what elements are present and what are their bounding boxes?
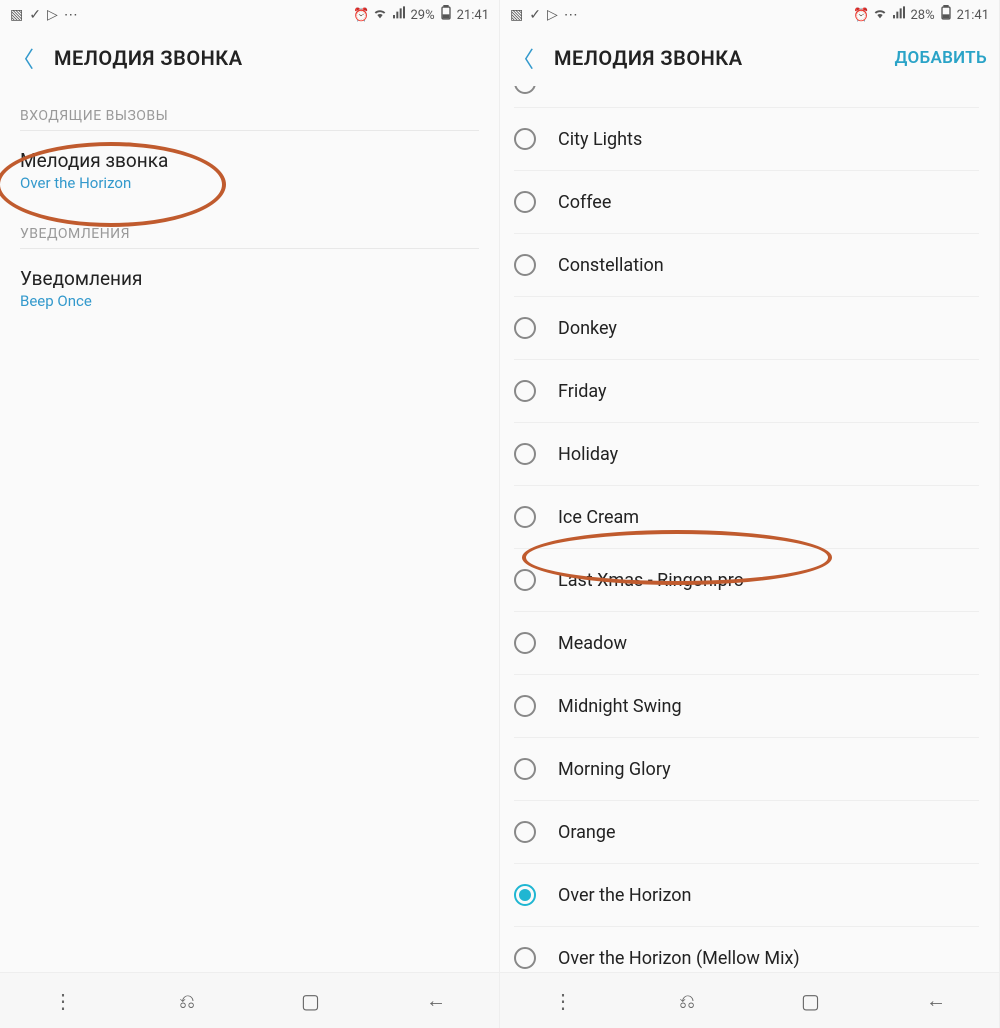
ringtone-label: Holiday bbox=[558, 444, 618, 465]
ringtone-item[interactable]: Holiday bbox=[514, 423, 979, 486]
settings-content: ВХОДЯЩИЕ ВЫЗОВЫ Мелодия звонка Over the … bbox=[0, 86, 499, 972]
image-icon: ▧ bbox=[510, 7, 523, 23]
ringtone-item[interactable]: Morning Glory bbox=[514, 738, 979, 801]
ringtone-label: Over the Horizon (Mellow Mix) bbox=[558, 948, 800, 969]
alarm-icon: ⏰ bbox=[853, 8, 869, 23]
nav-home-icon[interactable]: ▢ bbox=[801, 989, 820, 1013]
radio-icon[interactable] bbox=[514, 317, 536, 339]
ringtone-item[interactable]: Midnight Swing bbox=[514, 675, 979, 738]
radio-icon[interactable] bbox=[514, 569, 536, 591]
ringtone-item[interactable]: City Lights bbox=[514, 108, 979, 171]
app-header: 〈 МЕЛОДИЯ ЗВОНКА ДОБАВИТЬ bbox=[500, 30, 999, 86]
ringtone-item[interactable]: Ice Cream bbox=[514, 486, 979, 549]
alarm-icon: ⏰ bbox=[353, 8, 369, 23]
nav-recents-icon[interactable]: ⎌ bbox=[179, 989, 195, 1013]
notification-setting[interactable]: Уведомления Beep Once bbox=[20, 249, 479, 322]
radio-icon[interactable] bbox=[514, 758, 536, 780]
status-bar: ▧ ✓ ▷ ⋯ ⏰ 28% 21:41 bbox=[500, 0, 999, 30]
nav-menu-icon[interactable]: ⋮ bbox=[553, 989, 573, 1013]
notification-setting-value: Beep Once bbox=[20, 292, 479, 310]
check-icon: ✓ bbox=[529, 7, 541, 23]
nav-back-icon[interactable]: ← bbox=[426, 988, 446, 1013]
ringtone-label: Orange bbox=[558, 822, 616, 843]
check-icon: ✓ bbox=[29, 7, 41, 23]
notification-setting-title: Уведомления bbox=[20, 267, 479, 290]
ringtone-label: Ice Cream bbox=[558, 507, 639, 528]
ringtone-list[interactable]: City Lights Coffee Constellation Donkey Frid… bbox=[500, 86, 999, 972]
ringtone-label: Midnight Swing bbox=[558, 696, 682, 717]
radio-icon[interactable] bbox=[514, 254, 536, 276]
status-bar: ▧ ✓ ▷ ⋯ ⏰ 29% 21:41 bbox=[0, 0, 499, 30]
nav-bar: ⋮ ⎌ ▢ ← bbox=[500, 972, 999, 1028]
nav-back-icon[interactable]: ← bbox=[926, 988, 946, 1013]
ringtone-item[interactable]: Last Xmas - Ringon.pro bbox=[514, 549, 979, 612]
ringtone-label: Over the Horizon bbox=[558, 885, 692, 906]
clock-time: 21:41 bbox=[457, 8, 489, 23]
back-icon[interactable]: 〈 bbox=[12, 42, 34, 74]
ringtone-label: Meadow bbox=[558, 633, 627, 654]
nav-home-icon[interactable]: ▢ bbox=[301, 989, 320, 1013]
ringtone-item[interactable]: Friday bbox=[514, 360, 979, 423]
ringtone-setting-title: Мелодия звонка bbox=[20, 149, 479, 172]
ringtone-item[interactable]: Orange bbox=[514, 801, 979, 864]
page-title: МЕЛОДИЯ ЗВОНКА bbox=[54, 46, 487, 70]
ringtone-label: Last Xmas - Ringon.pro bbox=[558, 570, 744, 591]
ringtone-label: Friday bbox=[558, 381, 607, 402]
signal-icon bbox=[891, 5, 907, 25]
ringtone-item[interactable]: Constellation bbox=[514, 234, 979, 297]
ringtone-item-cut[interactable] bbox=[514, 86, 979, 108]
radio-icon[interactable] bbox=[514, 632, 536, 654]
ringtone-label: Coffee bbox=[558, 192, 611, 213]
radio-icon[interactable] bbox=[514, 380, 536, 402]
battery-percent: 29% bbox=[410, 8, 434, 23]
ringtone-label: City Lights bbox=[558, 129, 642, 150]
section-notifications: УВЕДОМЛЕНИЯ bbox=[20, 204, 479, 249]
more-icon: ⋯ bbox=[564, 7, 578, 23]
wifi-icon bbox=[372, 5, 388, 25]
radio-icon[interactable] bbox=[514, 443, 536, 465]
radio-icon[interactable] bbox=[514, 821, 536, 843]
ringtone-item[interactable]: Donkey bbox=[514, 297, 979, 360]
signal-icon bbox=[391, 5, 407, 25]
page-title: МЕЛОДИЯ ЗВОНКА bbox=[554, 46, 875, 70]
image-icon: ▧ bbox=[10, 7, 23, 23]
ringtone-label: Morning Glory bbox=[558, 759, 671, 780]
nav-bar: ⋮ ⎌ ▢ ← bbox=[0, 972, 499, 1028]
ringtone-item[interactable]: Meadow bbox=[514, 612, 979, 675]
radio-icon[interactable] bbox=[514, 506, 536, 528]
play-icon: ▷ bbox=[547, 7, 558, 23]
ringtone-label: Donkey bbox=[558, 318, 617, 339]
radio-icon[interactable] bbox=[514, 128, 536, 150]
add-button[interactable]: ДОБАВИТЬ bbox=[895, 48, 987, 68]
back-icon[interactable]: 〈 bbox=[512, 42, 534, 74]
nav-recents-icon[interactable]: ⎌ bbox=[679, 989, 695, 1013]
battery-percent: 28% bbox=[910, 8, 934, 23]
section-incoming: ВХОДЯЩИЕ ВЫЗОВЫ bbox=[20, 86, 479, 131]
radio-icon[interactable] bbox=[514, 191, 536, 213]
radio-icon[interactable] bbox=[514, 947, 536, 969]
ringtone-label: Constellation bbox=[558, 255, 664, 276]
ringtone-item[interactable]: Over the Horizon (Mellow Mix) bbox=[514, 927, 979, 972]
ringtone-setting-value: Over the Horizon bbox=[20, 174, 479, 192]
radio-icon[interactable] bbox=[514, 695, 536, 717]
more-icon: ⋯ bbox=[64, 7, 78, 23]
play-icon: ▷ bbox=[47, 7, 58, 23]
radio-icon[interactable] bbox=[514, 86, 536, 94]
ringtone-setting[interactable]: Мелодия звонка Over the Horizon bbox=[20, 131, 479, 204]
battery-icon bbox=[938, 5, 954, 25]
radio-icon[interactable] bbox=[514, 884, 536, 906]
ringtone-item[interactable]: Coffee bbox=[514, 171, 979, 234]
nav-menu-icon[interactable]: ⋮ bbox=[53, 989, 73, 1013]
screen-right: ▧ ✓ ▷ ⋯ ⏰ 28% 21:41 〈 МЕЛОДИЯ ЗВОНКА ДОБ… bbox=[500, 0, 1000, 1028]
battery-icon bbox=[438, 5, 454, 25]
wifi-icon bbox=[872, 5, 888, 25]
screen-left: ▧ ✓ ▷ ⋯ ⏰ 29% 21:41 〈 МЕЛОДИЯ ЗВОНКА ВХО… bbox=[0, 0, 500, 1028]
ringtone-item[interactable]: Over the Horizon bbox=[514, 864, 979, 927]
app-header: 〈 МЕЛОДИЯ ЗВОНКА bbox=[0, 30, 499, 86]
clock-time: 21:41 bbox=[957, 8, 989, 23]
